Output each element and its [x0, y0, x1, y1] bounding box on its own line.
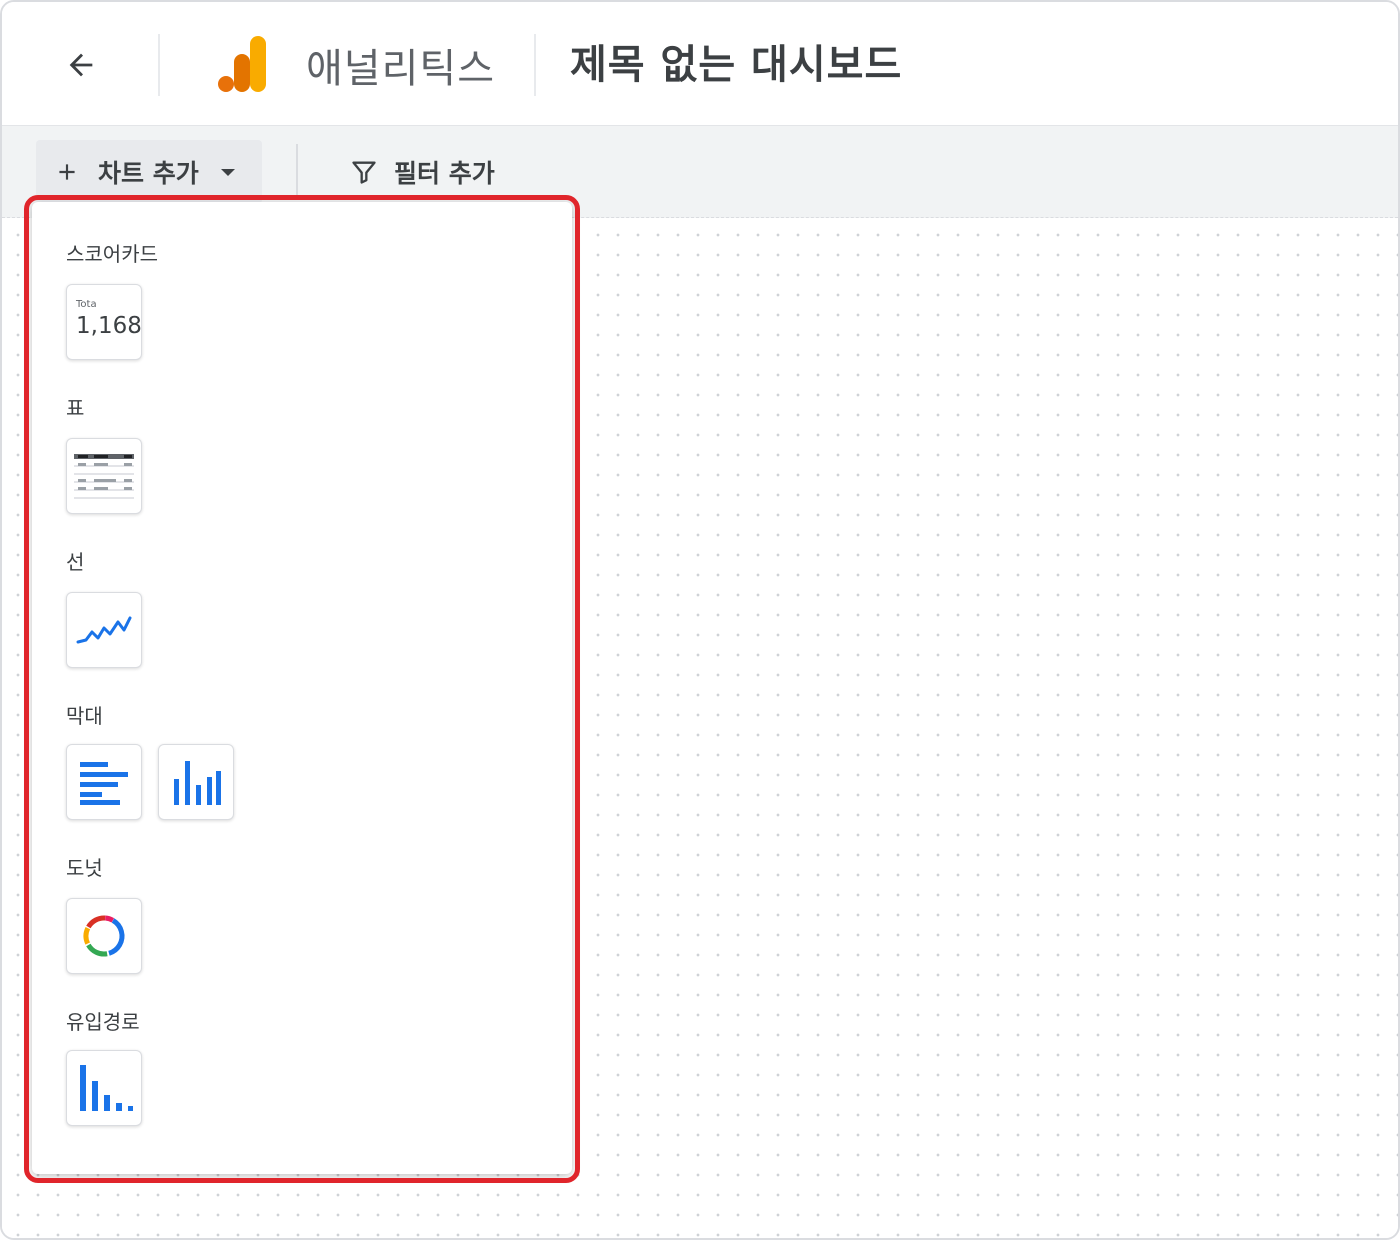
line-chart-icon: [76, 616, 132, 644]
bar-label: 막대: [66, 704, 103, 728]
scorecard-sample-value: 1,168: [76, 313, 142, 339]
funnel-chart-icon: [80, 1065, 133, 1111]
horizontal-bar-icon: [80, 762, 128, 805]
header-divider: [534, 34, 536, 96]
scorecard-label: 스코어카드: [66, 242, 158, 266]
header-divider: [158, 34, 160, 96]
dashboard-title[interactable]: 제목 없는 대시보드: [570, 32, 902, 90]
line-option[interactable]: [66, 592, 142, 668]
vertical-bar-icon: [174, 761, 221, 805]
header: 애널리틱스 제목 없는 대시보드: [2, 2, 1398, 126]
toolbar-divider: [296, 144, 298, 200]
table-label: 표: [66, 396, 85, 420]
line-label: 선: [66, 550, 85, 574]
funnel-label: 유입경로: [66, 1010, 140, 1034]
donut-label: 도넛: [66, 856, 103, 880]
add-filter-label: 필터 추가: [394, 159, 495, 188]
app-name: 애널리틱스: [306, 46, 495, 92]
add-chart-label: 차트 추가: [98, 159, 199, 188]
table-option[interactable]: [66, 438, 142, 514]
add-chart-button[interactable]: 차트 추가: [36, 140, 262, 204]
add-filter-button[interactable]: 필터 추가: [342, 148, 503, 196]
scorecard-option[interactable]: Tota 1,168: [66, 284, 142, 360]
back-arrow-icon: [69, 53, 93, 77]
horizontal-bar-option[interactable]: [66, 744, 142, 820]
funnel-option[interactable]: [66, 1050, 142, 1126]
app-window: 애널리틱스 제목 없는 대시보드 차트 추가 필터 추가 스코어카드 Tota …: [0, 0, 1400, 1240]
donut-chart-icon: [83, 915, 125, 957]
filter-icon: [352, 161, 376, 184]
vertical-bar-option[interactable]: [158, 744, 234, 820]
back-button[interactable]: [58, 42, 104, 88]
table-icon: [74, 454, 134, 499]
analytics-logo-icon: [218, 36, 266, 92]
chart-type-menu: 스코어카드 Tota 1,168 표 선 막대 도넛 유입경로: [32, 202, 572, 1174]
caret-down-icon: [220, 168, 235, 176]
plus-icon: [59, 164, 75, 180]
donut-option[interactable]: [66, 898, 142, 974]
scorecard-sample-label: Tota: [76, 299, 97, 310]
